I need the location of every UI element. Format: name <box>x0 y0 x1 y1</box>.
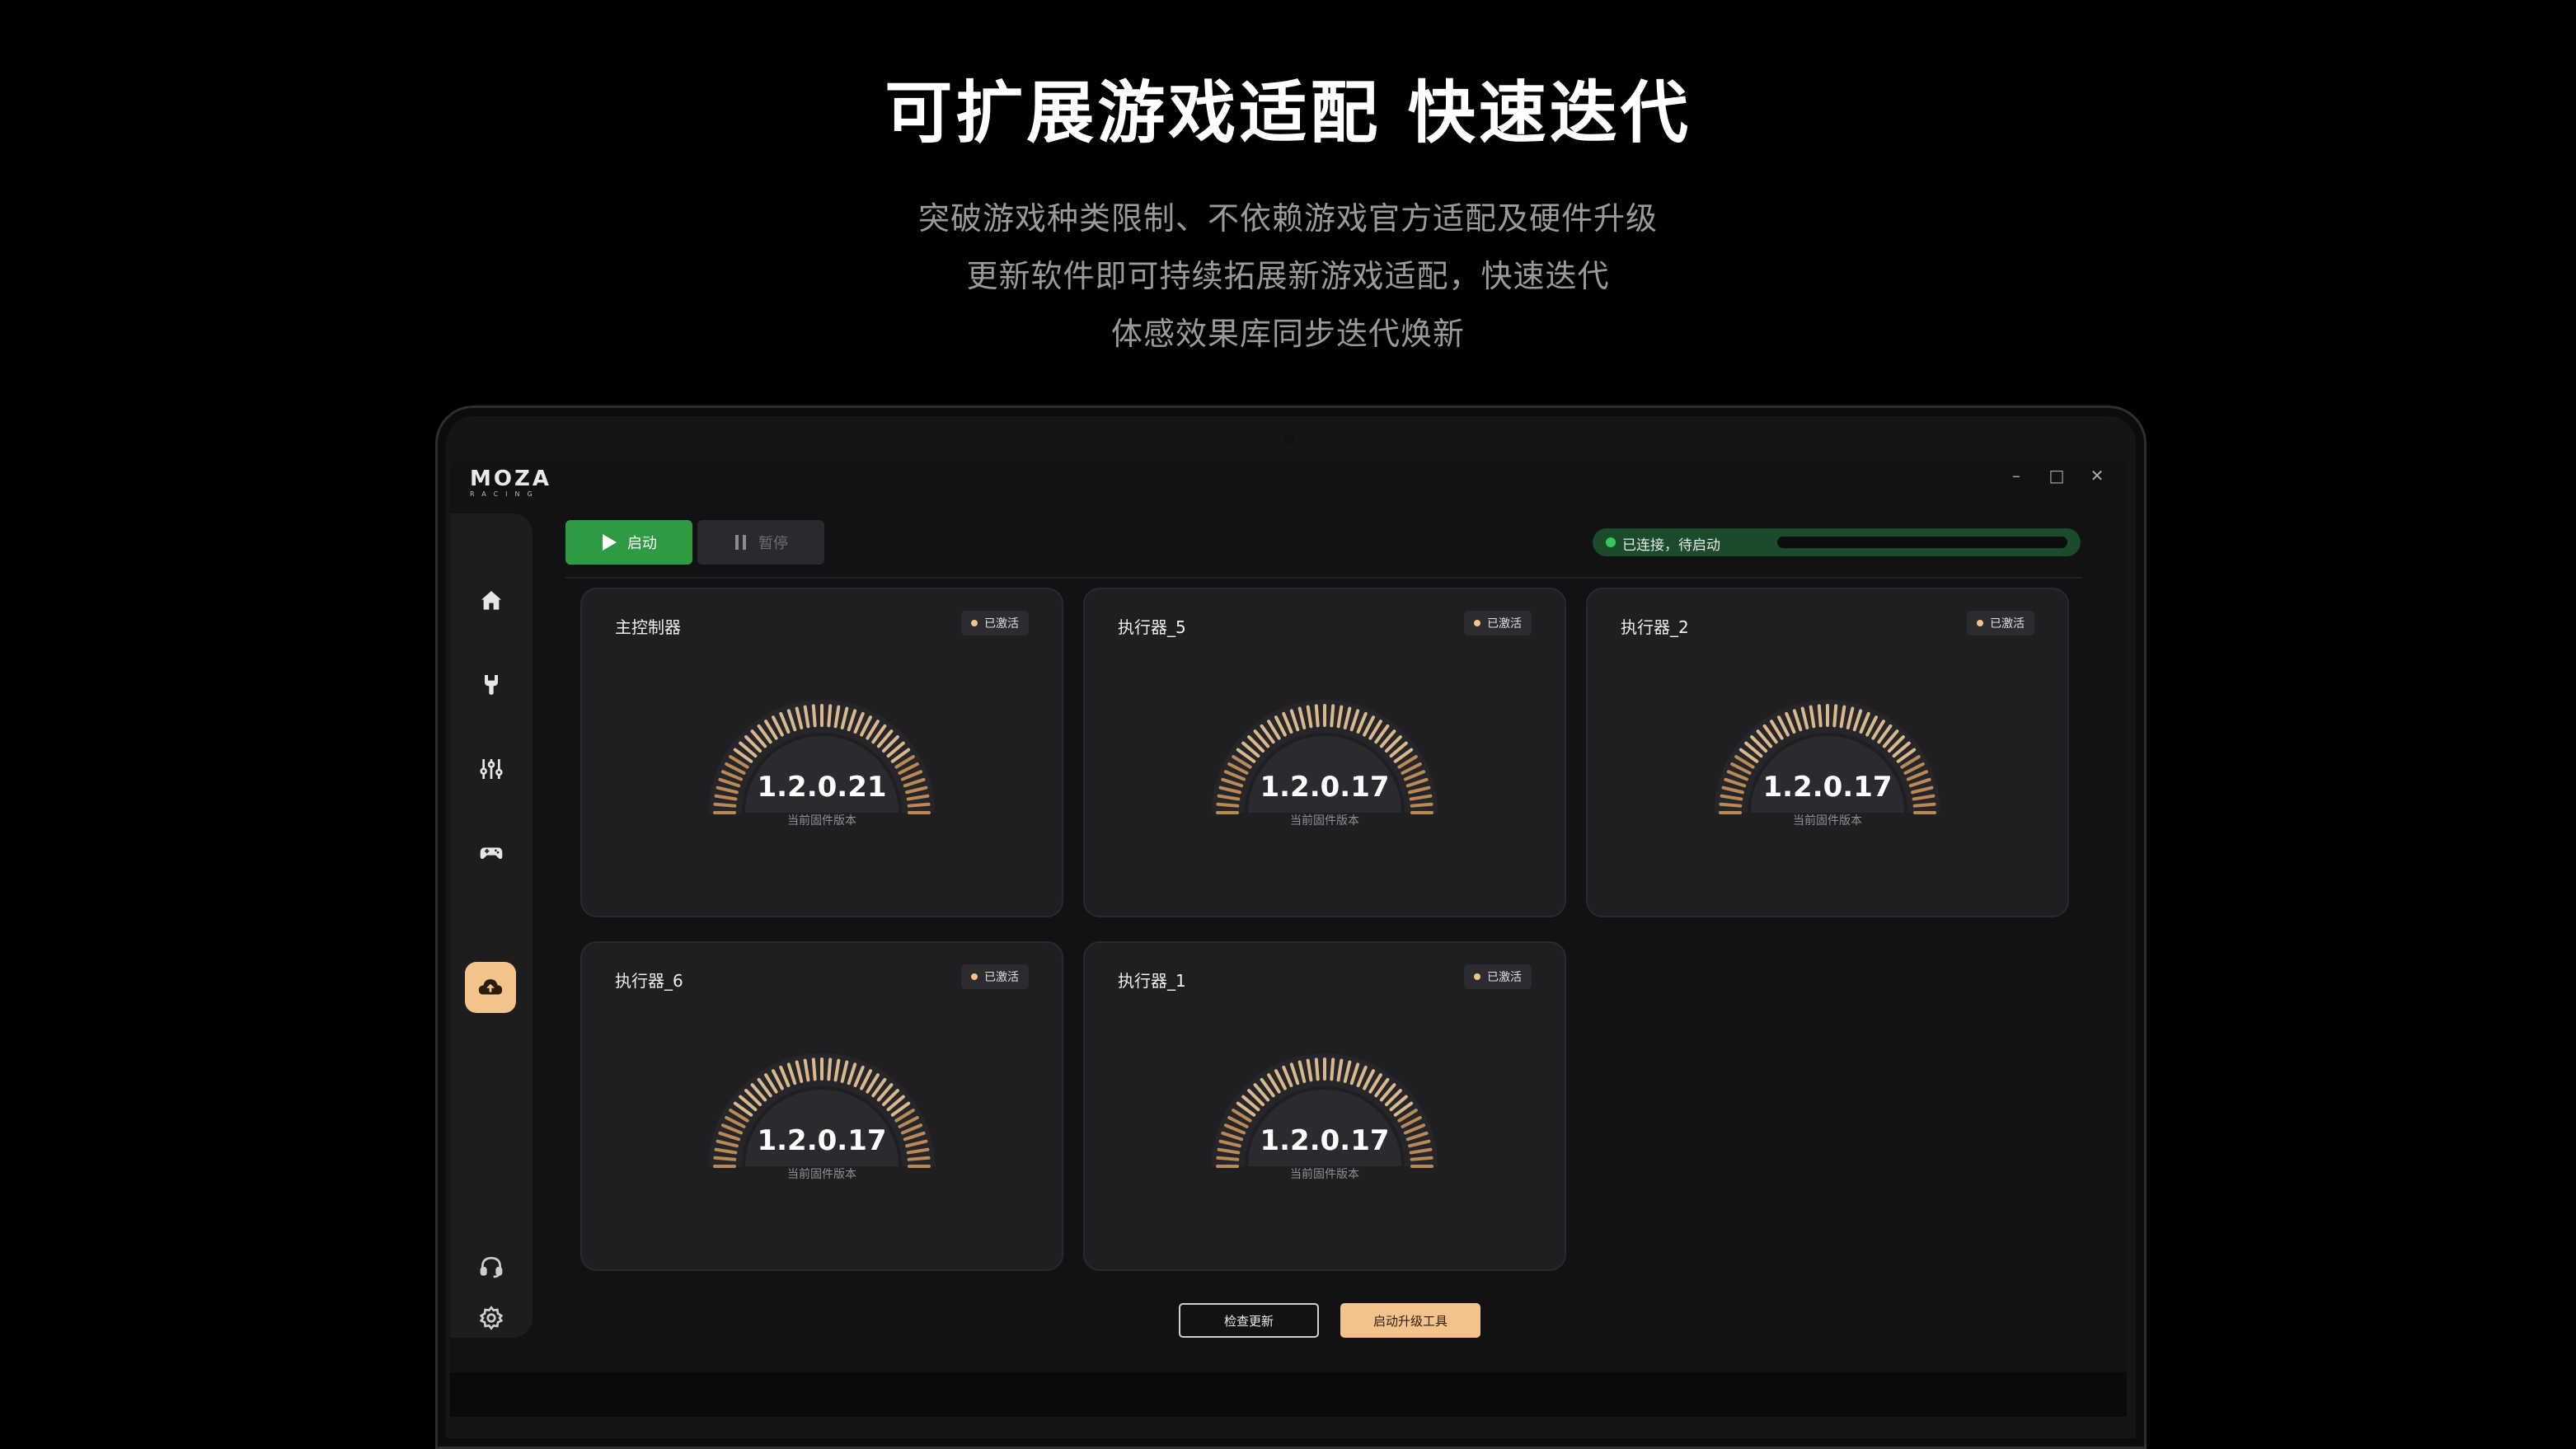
connection-status: 已连接，待启动 <box>1593 528 2081 556</box>
gauge-tick <box>1832 704 1838 728</box>
firmware-version: 1.2.0.17 <box>1260 771 1390 804</box>
device-name: 主控制器 <box>615 617 681 637</box>
minimize-button[interactable]: – <box>2006 466 2026 485</box>
gauge-tick <box>1314 704 1320 728</box>
logo-main: MOZA <box>470 467 551 491</box>
gauge-tick <box>1330 704 1335 728</box>
pause-label: 暂停 <box>758 535 788 552</box>
badge-dot <box>1474 973 1480 980</box>
firmware-version: 1.2.0.17 <box>1762 771 1893 804</box>
gamepad-icon[interactable] <box>473 835 509 871</box>
gauge-tick <box>1410 1156 1433 1161</box>
status-badge: 已激活 <box>961 611 1029 635</box>
gauge-tick <box>907 1156 931 1161</box>
sliders-icon[interactable] <box>473 751 509 787</box>
promo-line-3: 体感效果库同步迭代焕新 <box>1110 316 1465 352</box>
gauge-tick <box>811 1057 817 1081</box>
maximize-button[interactable]: □ <box>2047 466 2067 485</box>
gauge-tick <box>1216 1156 1240 1161</box>
moza-logo: MOZA RACING <box>470 467 561 499</box>
promo-line-2: 更新软件即可持续拓展新游戏适配，快速迭代 <box>966 258 1610 294</box>
device-card[interactable]: 主控制器 已激活 1.2.0.21 当前固件版本 <box>580 588 1063 917</box>
headset-icon[interactable] <box>473 1249 509 1285</box>
status-badge: 已激活 <box>1967 611 2034 635</box>
status-text: 已连接，待启动 <box>1622 537 1720 554</box>
firmware-version: 1.2.0.17 <box>1260 1124 1390 1157</box>
status-dot <box>1606 537 1616 547</box>
gauge-tick <box>1216 802 1240 808</box>
check-update-button[interactable]: 检查更新 <box>1179 1303 1319 1338</box>
badge-dot <box>1977 620 1983 626</box>
status-badge: 已激活 <box>961 964 1029 989</box>
badge-label: 已激活 <box>1487 617 1522 631</box>
device-name: 执行器_6 <box>615 971 683 991</box>
laptop-bezel-bottom <box>450 1372 2127 1417</box>
firmware-version-label: 当前固件版本 <box>787 1168 856 1181</box>
device-name: 执行器_2 <box>1621 617 1689 637</box>
device-card[interactable]: 执行器_2 已激活 1.2.0.17 当前固件版本 <box>1586 588 2069 917</box>
start-label: 启动 <box>627 535 657 552</box>
badge-label: 已激活 <box>1990 617 2025 631</box>
firmware-version-label: 当前固件版本 <box>1290 814 1359 828</box>
gauge-tick <box>1314 1057 1320 1081</box>
device-card[interactable]: 执行器_5 已激活 1.2.0.17 当前固件版本 <box>1083 588 1566 917</box>
gauge-tick <box>1817 704 1823 728</box>
firmware-version-label: 当前固件版本 <box>1793 814 1862 828</box>
device-name: 执行器_5 <box>1118 617 1186 637</box>
status-badge: 已激活 <box>1464 964 1532 989</box>
status-badge: 已激活 <box>1464 611 1532 635</box>
home-icon[interactable] <box>473 583 509 619</box>
badge-dot <box>1474 620 1480 626</box>
pause-button[interactable]: 暂停 <box>697 520 824 565</box>
launch-upgrade-tool-button[interactable]: 启动升级工具 <box>1340 1303 1480 1338</box>
device-card[interactable]: 执行器_1 已激活 1.2.0.17 当前固件版本 <box>1083 941 1566 1271</box>
firmware-version: 1.2.0.21 <box>757 771 887 804</box>
gauge-tick <box>1912 802 1936 808</box>
play-icon <box>603 534 617 551</box>
gauge-tick <box>907 802 931 808</box>
firmware-version-label: 当前固件版本 <box>787 814 856 828</box>
badge-label: 已激活 <box>984 617 1019 631</box>
promo-headline: 可扩展游戏适配 快速迭代 <box>884 74 1692 152</box>
gauge-tick <box>713 802 737 808</box>
firmware-version: 1.2.0.17 <box>757 1124 887 1157</box>
firmware-version-label: 当前固件版本 <box>1290 1168 1359 1181</box>
device-name: 执行器_1 <box>1118 971 1186 991</box>
start-button[interactable]: 启动 <box>565 520 692 565</box>
sidebar <box>450 513 533 1338</box>
gauge-tick <box>1719 802 1743 808</box>
gauge-tick <box>811 704 817 728</box>
gauge-tick <box>713 1156 737 1161</box>
badge-label: 已激活 <box>984 971 1019 984</box>
gauge-tick <box>1410 802 1433 808</box>
gauge-tick <box>827 1057 833 1081</box>
gear-icon[interactable] <box>473 1300 509 1336</box>
gauge-tick <box>1330 1057 1335 1081</box>
badge-label: 已激活 <box>1487 971 1522 984</box>
toolbar-divider <box>565 577 2082 579</box>
close-button[interactable]: ✕ <box>2087 466 2107 485</box>
cloud-upload-icon[interactable] <box>465 962 516 1013</box>
webcam <box>1284 435 1294 445</box>
wrench-icon[interactable] <box>473 667 509 703</box>
logo-sub: RACING <box>470 490 540 498</box>
status-progress-track <box>1777 537 2067 548</box>
badge-dot <box>971 620 978 626</box>
pause-icon <box>735 535 746 550</box>
device-card[interactable]: 执行器_6 已激活 1.2.0.17 当前固件版本 <box>580 941 1063 1271</box>
badge-dot <box>971 973 978 980</box>
app-window: MOZA RACING – □ ✕ 启动 暂停 已连接，待启动 主控制器 已激活… <box>450 462 2127 1372</box>
gauge-tick <box>827 704 833 728</box>
promo-line-1: 突破游戏种类限制、不依赖游戏官方适配及硬件升级 <box>917 200 1658 237</box>
